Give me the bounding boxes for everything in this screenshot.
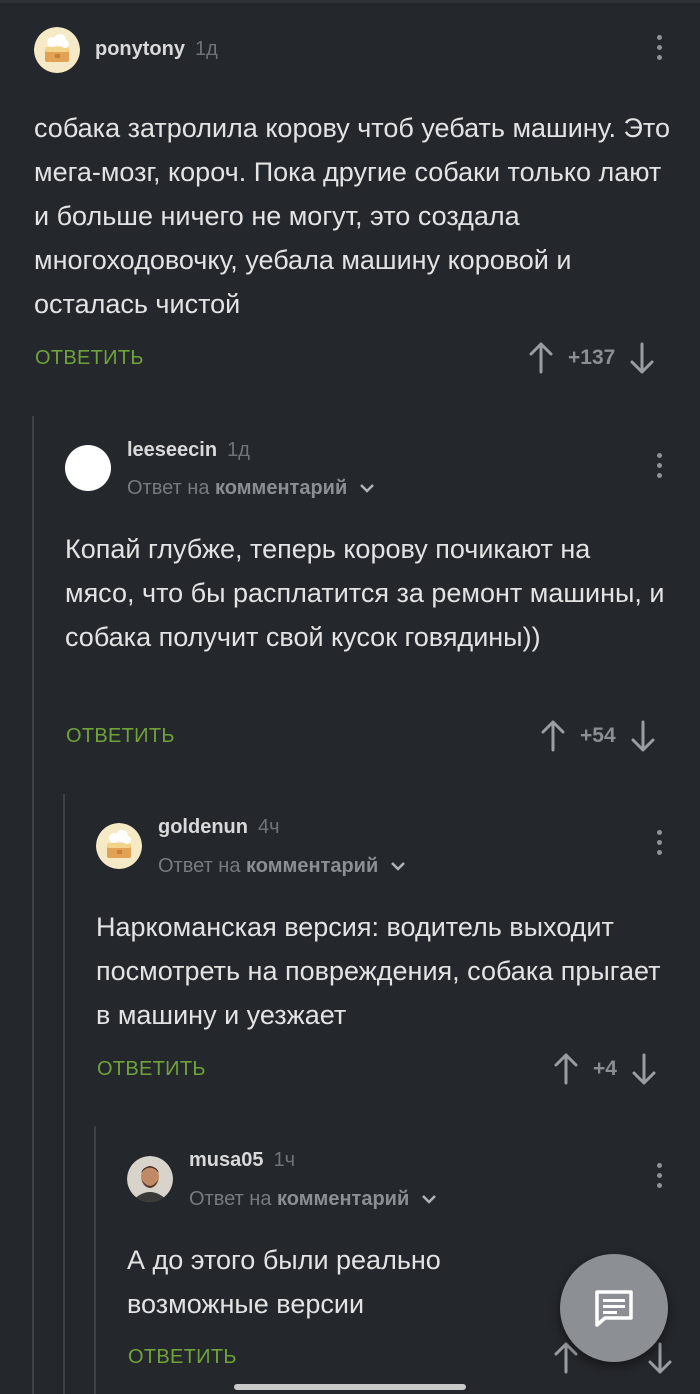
thread-line: [32, 416, 34, 1394]
kebab-menu-icon[interactable]: [654, 1163, 664, 1191]
reply-to-link[interactable]: Ответ на комментарий: [127, 477, 375, 500]
kebab-menu-icon[interactable]: [654, 35, 664, 63]
reply-button[interactable]: ОТВЕТИТЬ: [66, 725, 175, 748]
reply-to-link[interactable]: Ответ на комментарий: [189, 1188, 437, 1211]
downvote-arrow-icon[interactable]: [631, 1053, 657, 1085]
username[interactable]: ponytony 1д: [95, 38, 218, 61]
comment-icon: [595, 1290, 633, 1327]
new-comment-button[interactable]: [560, 1254, 668, 1362]
username[interactable]: leeseecin 1д: [127, 439, 250, 462]
reply-to-target: комментарий: [215, 477, 348, 499]
reply-to-target: комментарий: [277, 1188, 410, 1210]
username-text: ponytony: [95, 38, 185, 60]
avatar[interactable]: [127, 1156, 173, 1202]
avatar[interactable]: [96, 823, 142, 869]
username[interactable]: goldenun 4ч: [158, 816, 280, 839]
username-text: leeseecin: [127, 439, 218, 461]
reply-button[interactable]: ОТВЕТИТЬ: [128, 1346, 237, 1369]
downvote-arrow-icon[interactable]: [629, 342, 655, 374]
downvote-arrow-icon[interactable]: [630, 720, 656, 752]
avatar[interactable]: [65, 445, 111, 491]
comment-time: 1ч: [273, 1149, 296, 1171]
photo-avatar-icon: [127, 1156, 173, 1202]
comment-time: 1д: [227, 439, 250, 461]
vote-score: +4: [593, 1057, 617, 1080]
upvote-arrow-icon[interactable]: [553, 1053, 579, 1085]
reply-to-prefix: Ответ на: [189, 1188, 272, 1210]
reply-button[interactable]: ОТВЕТИТЬ: [97, 1058, 206, 1081]
home-indicator[interactable]: [234, 1384, 466, 1390]
reply-to-prefix: Ответ на: [127, 477, 210, 499]
comment-text: собака затролила корову чтоб уебать маши…: [34, 113, 670, 319]
chevron-down-icon: [421, 1195, 436, 1204]
username-text: musa05: [189, 1149, 264, 1171]
vote-controls: +54: [540, 720, 656, 752]
username-text: goldenun: [158, 816, 248, 838]
reply-to-target: комментарий: [246, 855, 379, 877]
comment-time: 4ч: [257, 816, 280, 838]
kebab-menu-icon[interactable]: [654, 453, 664, 481]
upvote-arrow-icon[interactable]: [540, 720, 566, 752]
chevron-down-icon: [390, 862, 405, 871]
vote-score: +137: [568, 346, 616, 369]
comment-text: А до этого были реально возможные версии: [127, 1245, 441, 1319]
upvote-arrow-icon[interactable]: [528, 342, 554, 374]
reply-to-link[interactable]: Ответ на комментарий: [158, 855, 406, 878]
upvote-arrow-icon[interactable]: [553, 1342, 579, 1374]
comment-time: 1д: [195, 38, 218, 60]
comment-text: Наркоманская версия: водитель выходит по…: [96, 912, 661, 1030]
vote-score: +54: [580, 724, 616, 747]
top-divider: [0, 0, 700, 3]
thread-line: [63, 794, 65, 1394]
kebab-menu-icon[interactable]: [654, 830, 664, 858]
thread-line: [94, 1126, 96, 1394]
vote-controls: +137: [528, 342, 655, 374]
vote-controls: +4: [553, 1053, 657, 1085]
chevron-down-icon: [359, 484, 374, 493]
username[interactable]: musa05 1ч: [189, 1149, 295, 1172]
reply-to-prefix: Ответ на: [158, 855, 241, 877]
comment-text: Копай глубже, теперь корову почикают на …: [65, 534, 665, 652]
cake-avatar-icon: [96, 823, 142, 869]
avatar[interactable]: [34, 27, 80, 73]
cake-avatar-icon: [34, 27, 80, 73]
reply-button[interactable]: ОТВЕТИТЬ: [35, 347, 144, 370]
